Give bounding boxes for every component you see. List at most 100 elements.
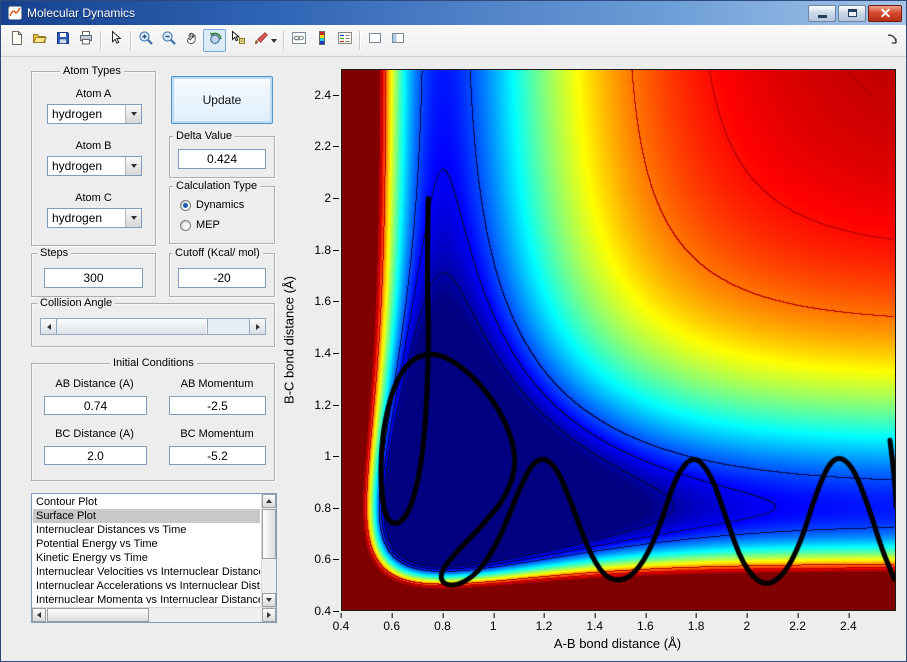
- list-item[interactable]: Kinetic Energy vs Time: [33, 551, 260, 565]
- x-tick-label: 1.4: [586, 613, 603, 633]
- chevron-down-icon: [130, 112, 137, 116]
- edit-plot-button[interactable]: [104, 29, 127, 52]
- data-cursor-button[interactable]: [226, 29, 249, 52]
- vertical-scroll-thumb[interactable]: [262, 509, 276, 559]
- y-axis-label: B-C bond distance (Å): [281, 276, 297, 404]
- scroll-right-button[interactable]: [262, 608, 276, 622]
- print-button[interactable]: [74, 29, 97, 52]
- list-item[interactable]: Internuclear Momenta vs Internuclear Dis…: [33, 593, 260, 606]
- atom-b-dropdown[interactable]: hydrogen: [47, 156, 142, 176]
- atom-a-dropdown[interactable]: hydrogen: [47, 104, 142, 124]
- edit-plot-cursor-icon: [108, 30, 124, 51]
- left-arrow-icon: [37, 612, 41, 618]
- title-bar[interactable]: Molecular Dynamics: [1, 1, 906, 25]
- new-document-button[interactable]: [5, 29, 28, 52]
- ab-distance-field[interactable]: [44, 396, 147, 415]
- cutoff-field[interactable]: [178, 268, 266, 288]
- app-icon: [7, 5, 23, 21]
- ab-momentum-field[interactable]: [169, 396, 266, 415]
- print-icon: [78, 30, 94, 51]
- delta-value-panel: Delta Value: [169, 130, 275, 178]
- toolbar-separator: [283, 31, 284, 50]
- bc-momentum-field[interactable]: [169, 446, 266, 465]
- y-tick-label: 1.8: [314, 242, 339, 257]
- steps-field[interactable]: [44, 268, 143, 288]
- plot-area[interactable]: [341, 69, 896, 611]
- toolbar: [1, 25, 906, 57]
- pes-canvas[interactable]: [342, 70, 895, 610]
- list-item[interactable]: Surface Plot: [33, 509, 260, 523]
- dock-figure-icon[interactable]: [884, 31, 900, 47]
- atom-c-dropdown[interactable]: hydrogen: [47, 208, 142, 228]
- zoom-in-icon: [138, 30, 154, 51]
- update-button[interactable]: Update: [171, 76, 273, 124]
- list-item[interactable]: Internuclear Distances vs Time: [33, 523, 260, 537]
- slider-left-arrow[interactable]: [41, 319, 57, 334]
- link-plot-button[interactable]: [287, 29, 310, 52]
- list-item[interactable]: Potential Energy vs Time: [33, 537, 260, 551]
- pan-button[interactable]: [180, 29, 203, 52]
- hide-plot-tools-icon: [367, 30, 383, 51]
- atom-types-panel: Atom Types Atom A hydrogen Atom B hydrog…: [31, 65, 156, 246]
- scroll-left-button[interactable]: [32, 608, 46, 622]
- chevron-down-icon: [130, 216, 137, 220]
- atom-b-label: Atom B: [75, 140, 112, 152]
- collision-angle-slider[interactable]: [40, 318, 266, 335]
- ab-momentum-label: AB Momentum: [180, 378, 254, 390]
- list-item[interactable]: Contour Plot: [33, 495, 260, 509]
- horizontal-scroll-thumb[interactable]: [47, 608, 150, 622]
- radio-button-icon[interactable]: [180, 199, 191, 211]
- cutoff-panel: Cutoff (Kcal/ mol): [169, 247, 275, 297]
- calculation-type-panel: Calculation Type Dynamics MEP: [169, 180, 275, 244]
- scroll-up-button[interactable]: [262, 494, 276, 508]
- atom-b-dropdown-button[interactable]: [125, 157, 141, 175]
- atom-c-dropdown-button[interactable]: [125, 209, 141, 227]
- cutoff-title: Cutoff (Kcal/ mol): [172, 247, 263, 260]
- save-button[interactable]: [51, 29, 74, 52]
- window-controls: [806, 4, 902, 22]
- delta-value-field[interactable]: [178, 149, 266, 169]
- zoom-out-button[interactable]: [157, 29, 180, 52]
- radio-dynamics[interactable]: Dynamics: [180, 199, 244, 211]
- y-tick-label: 2.2: [314, 139, 339, 154]
- steps-title: Steps: [37, 247, 72, 260]
- open-folder-icon: [32, 30, 48, 51]
- atom-types-title: Atom Types: [60, 65, 124, 78]
- list-item[interactable]: Internuclear Velocities vs Internuclear …: [33, 565, 260, 579]
- zoom-in-button[interactable]: [134, 29, 157, 52]
- x-tick-label: 0.6: [383, 613, 401, 633]
- maximize-button[interactable]: [838, 4, 866, 22]
- initial-conditions-panel: Initial Conditions AB Distance (A) AB Mo…: [31, 357, 275, 481]
- horizontal-scrollbar[interactable]: [32, 607, 276, 622]
- show-plot-tools-button[interactable]: [386, 29, 409, 52]
- calculation-type-title: Calculation Type: [173, 180, 261, 193]
- link-plot-icon: [291, 30, 307, 51]
- slider-right-arrow[interactable]: [249, 319, 265, 334]
- y-tick-label: 0.4: [314, 604, 339, 618]
- list-item[interactable]: Internuclear Accelerations vs Internucle…: [33, 579, 260, 593]
- radio-button-icon[interactable]: [180, 219, 191, 231]
- scroll-down-button[interactable]: [262, 593, 276, 607]
- open-folder-button[interactable]: [28, 29, 51, 52]
- new-document-icon: [9, 30, 25, 51]
- brush-dropdown-icon[interactable]: [270, 38, 277, 43]
- brush-button[interactable]: [249, 29, 280, 52]
- y-tick-label: 1.2: [314, 397, 339, 412]
- insert-legend-button[interactable]: [333, 29, 356, 52]
- hide-plot-tools-button[interactable]: [363, 29, 386, 52]
- x-tick-label: 0.4: [332, 613, 350, 633]
- close-button[interactable]: [868, 4, 902, 22]
- slider-thumb[interactable]: [58, 319, 209, 334]
- bc-distance-field[interactable]: [44, 446, 147, 465]
- insert-colorbar-button[interactable]: [310, 29, 333, 52]
- radio-mep[interactable]: MEP: [180, 219, 220, 231]
- chevron-down-icon: [130, 164, 137, 168]
- minimize-button[interactable]: [808, 4, 836, 22]
- atom-b-value: hydrogen: [52, 159, 103, 173]
- y-tick-label: 2: [324, 191, 339, 206]
- rotate-3d-button[interactable]: [203, 29, 226, 52]
- x-tick-label: 1: [489, 613, 497, 633]
- delta-value-title: Delta Value: [173, 130, 236, 143]
- atom-a-dropdown-button[interactable]: [125, 105, 141, 123]
- vertical-scrollbar[interactable]: [261, 494, 276, 607]
